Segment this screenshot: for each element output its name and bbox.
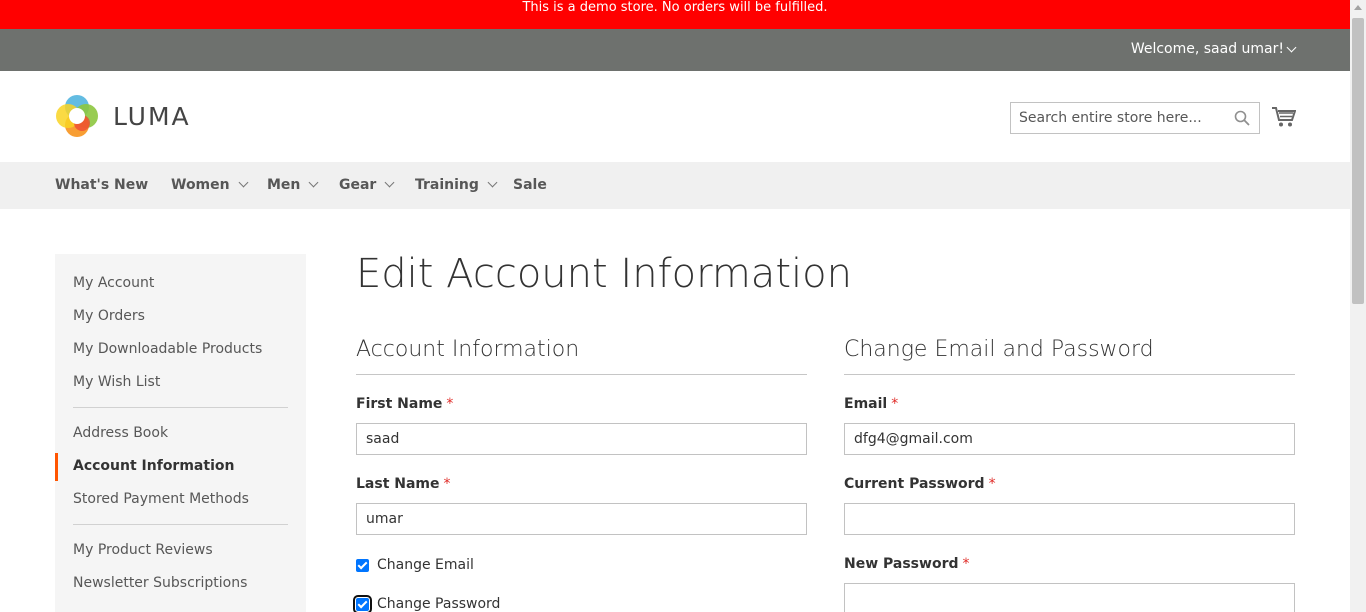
- scrollbar-thumb[interactable]: [1352, 18, 1364, 304]
- logo[interactable]: LUMA: [55, 94, 191, 138]
- last-name-field[interactable]: [356, 503, 807, 535]
- change-email-option[interactable]: Change Email: [356, 557, 474, 573]
- account-sidebar: My Account My Orders My Downloadable Pro…: [55, 254, 306, 612]
- luma-logo-icon: [56, 95, 98, 137]
- sidebar-item-account-information[interactable]: Account Information: [73, 458, 234, 474]
- demo-store-notice: This is a demo store. No orders will be …: [0, 0, 1350, 29]
- sidebar-item-downloadable-products[interactable]: My Downloadable Products: [73, 341, 262, 357]
- nav-item-sale[interactable]: Sale: [513, 177, 547, 193]
- section-divider: [356, 374, 807, 375]
- chevron-down-icon: [384, 177, 395, 188]
- search-box: [1010, 102, 1260, 134]
- logo-text: LUMA: [113, 101, 191, 131]
- sidebar-item-address-book[interactable]: Address Book: [73, 425, 168, 441]
- new-password-field[interactable]: [844, 583, 1295, 612]
- nav-label: Women: [171, 177, 230, 193]
- email-label-text: Email: [844, 396, 888, 412]
- chevron-down-icon: [238, 177, 249, 188]
- first-name-field[interactable]: [356, 423, 807, 455]
- change-password-label: Change Password: [377, 596, 501, 612]
- nav-item-training[interactable]: Training: [415, 177, 498, 193]
- chevron-down-icon: [487, 177, 498, 188]
- page-title: Edit Account Information: [356, 251, 852, 297]
- header: LUMA: [0, 71, 1350, 162]
- change-email-label: Change Email: [377, 557, 474, 573]
- sidebar-item-my-account[interactable]: My Account: [73, 275, 154, 291]
- last-name-label-text: Last Name: [356, 476, 440, 492]
- required-mark: *: [446, 396, 454, 412]
- chevron-down-icon: [1286, 42, 1297, 52]
- nav-label: Gear: [339, 177, 377, 193]
- nav-item-gear[interactable]: Gear: [339, 177, 395, 193]
- new-password-label-text: New Password: [844, 556, 959, 572]
- nav-label: Training: [415, 177, 479, 193]
- required-mark: *: [962, 556, 970, 572]
- section-divider: [844, 374, 1295, 375]
- sidebar-item-newsletter-subscriptions[interactable]: Newsletter Subscriptions: [73, 575, 247, 591]
- email-field[interactable]: [844, 423, 1295, 455]
- cart-icon[interactable]: [1272, 106, 1296, 128]
- account-information-heading: Account Information: [356, 337, 580, 362]
- demo-store-notice-text: This is a demo store. No orders will be …: [522, 0, 828, 15]
- sidebar-divider: [73, 407, 288, 408]
- nav-label: What's New: [55, 177, 149, 193]
- current-password-field[interactable]: [844, 503, 1295, 535]
- sidebar-divider: [73, 524, 288, 525]
- active-indicator: [55, 453, 58, 481]
- sidebar-item-stored-payment-methods[interactable]: Stored Payment Methods: [73, 491, 249, 507]
- change-password-option[interactable]: Change Password: [353, 594, 501, 612]
- chevron-down-icon: [308, 177, 319, 188]
- search-input[interactable]: [1011, 103, 1221, 133]
- sidebar-item-my-orders[interactable]: My Orders: [73, 308, 145, 324]
- nav-item-men[interactable]: Men: [267, 177, 319, 193]
- nav-label: Sale: [513, 177, 547, 193]
- main-navigation: What's New Women Men Gear Training Sale: [0, 162, 1350, 209]
- sidebar-item-product-reviews[interactable]: My Product Reviews: [73, 542, 213, 558]
- current-password-label-text: Current Password: [844, 476, 985, 492]
- last-name-label: Last Name *: [356, 476, 451, 492]
- nav-item-whats-new[interactable]: What's New: [55, 177, 148, 193]
- required-mark: *: [891, 396, 899, 412]
- sidebar-item-wish-list[interactable]: My Wish List: [73, 374, 160, 390]
- current-password-label: Current Password *: [844, 476, 996, 492]
- customer-menu-toggle[interactable]: Welcome, saad umar!: [1130, 41, 1297, 57]
- first-name-label-text: First Name: [356, 396, 443, 412]
- search-icon[interactable]: [1234, 110, 1250, 126]
- nav-item-women[interactable]: Women: [171, 177, 249, 193]
- change-email-checkbox[interactable]: [356, 558, 369, 572]
- header-panel: Welcome, saad umar!: [0, 29, 1350, 71]
- nav-label: Men: [267, 177, 301, 193]
- change-password-checkbox[interactable]: [353, 594, 372, 612]
- scroll-up-arrow-icon[interactable]: [1354, 5, 1362, 10]
- required-mark: *: [988, 476, 996, 492]
- new-password-label: New Password *: [844, 556, 970, 572]
- page-scrollbar[interactable]: [1350, 0, 1366, 612]
- email-label: Email *: [844, 396, 898, 412]
- change-email-password-heading: Change Email and Password: [844, 337, 1154, 362]
- first-name-label: First Name *: [356, 396, 453, 412]
- welcome-text: Welcome, saad umar!: [1130, 41, 1284, 57]
- required-mark: *: [443, 476, 451, 492]
